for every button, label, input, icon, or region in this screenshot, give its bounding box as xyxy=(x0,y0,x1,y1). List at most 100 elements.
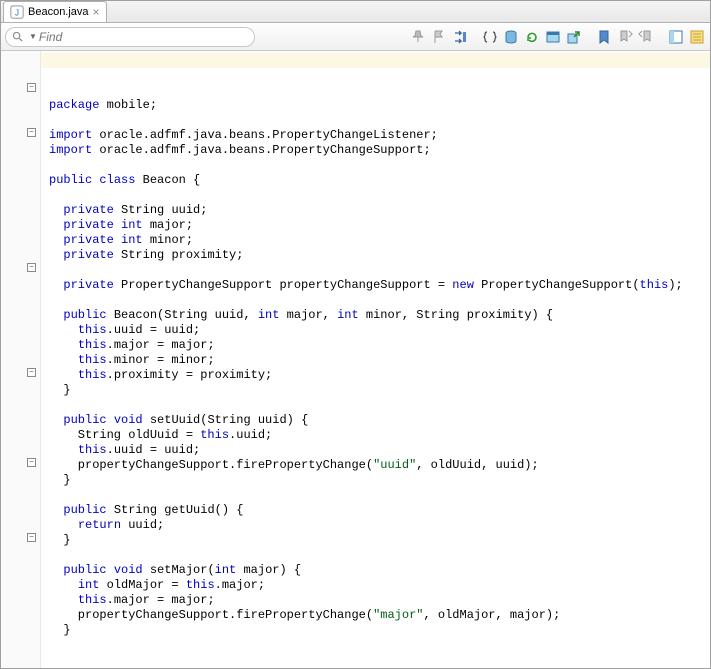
t: major) { xyxy=(236,563,301,577)
list-icon[interactable] xyxy=(688,28,706,46)
kw: private xyxy=(63,278,113,292)
kw: this xyxy=(640,278,669,292)
svg-text:J: J xyxy=(15,9,19,18)
t: setUuid(String uuid) { xyxy=(143,413,309,427)
fold-toggle[interactable]: − xyxy=(27,263,36,272)
t: oracle.adfmf.java.beans.PropertyChangeSu… xyxy=(92,143,430,157)
search-icon xyxy=(12,31,23,42)
kw: this xyxy=(200,428,229,442)
kw: new xyxy=(452,278,474,292)
kw: void xyxy=(114,563,143,577)
kw: this xyxy=(78,338,107,352)
str: "major" xyxy=(373,608,423,622)
kw: public xyxy=(63,308,106,322)
kw: int xyxy=(121,218,143,232)
kw: private xyxy=(63,218,113,232)
kw: int xyxy=(258,308,280,322)
export-icon[interactable] xyxy=(565,28,583,46)
t: String getUuid() { xyxy=(107,503,244,517)
kw: this xyxy=(78,368,107,382)
kw: this xyxy=(78,323,107,337)
t: String proximity; xyxy=(114,248,244,262)
bookmark-prev-icon[interactable] xyxy=(616,28,634,46)
bookmark-icon[interactable] xyxy=(595,28,613,46)
t: Beacon(String uuid, xyxy=(107,308,258,322)
kw: this xyxy=(78,443,107,457)
t: uuid; xyxy=(121,518,164,532)
t: mobile; xyxy=(99,98,157,112)
t: .minor = minor; xyxy=(107,353,215,367)
kw: this xyxy=(78,353,107,367)
t: PropertyChangeSupport( xyxy=(474,278,640,292)
t: minor; xyxy=(143,233,193,247)
toolbar: ▼ xyxy=(1,23,710,51)
panel-icon[interactable] xyxy=(667,28,685,46)
step-icon[interactable] xyxy=(451,28,469,46)
t: Beacon { xyxy=(135,173,200,187)
flag-icon[interactable] xyxy=(430,28,448,46)
kw: import xyxy=(49,128,92,142)
search-box[interactable]: ▼ xyxy=(5,27,255,47)
fold-toggle[interactable]: − xyxy=(27,533,36,542)
t: String uuid; xyxy=(114,203,208,217)
java-file-icon: J xyxy=(10,5,24,19)
kw: void xyxy=(114,413,143,427)
code-editor[interactable]: − − − − − − package mobile; import oracl… xyxy=(1,51,710,668)
str: "uuid" xyxy=(373,458,416,472)
kw: private xyxy=(63,203,113,217)
kw: int xyxy=(215,563,237,577)
toolbar-buttons xyxy=(409,28,706,46)
t: .proximity = proximity; xyxy=(107,368,273,382)
t: .uuid; xyxy=(229,428,272,442)
t: , oldMajor, major); xyxy=(423,608,560,622)
fold-toggle[interactable]: − xyxy=(27,83,36,92)
fold-toggle[interactable]: − xyxy=(27,128,36,137)
t: , oldUuid, uuid); xyxy=(416,458,538,472)
t: minor, String proximity) { xyxy=(359,308,553,322)
t: PropertyChangeSupport propertyChangeSupp… xyxy=(114,278,452,292)
kw: this xyxy=(186,578,215,592)
code-area[interactable]: package mobile; import oracle.adfmf.java… xyxy=(41,51,710,668)
kw: public xyxy=(49,173,92,187)
kw: import xyxy=(49,143,92,157)
db-icon[interactable] xyxy=(502,28,520,46)
t: major, xyxy=(279,308,337,322)
t: } xyxy=(49,473,71,487)
kw: private xyxy=(63,233,113,247)
kw: package xyxy=(49,98,99,112)
t: } xyxy=(49,383,71,397)
t: oracle.adfmf.java.beans.PropertyChangeLi… xyxy=(92,128,438,142)
t: .major; xyxy=(215,578,265,592)
search-input[interactable] xyxy=(37,29,248,45)
file-tab[interactable]: J Beacon.java × xyxy=(3,1,107,22)
t: major; xyxy=(143,218,193,232)
kw: this xyxy=(78,593,107,607)
kw: int xyxy=(78,578,100,592)
fold-toggle[interactable]: − xyxy=(27,458,36,467)
fold-toggle[interactable]: − xyxy=(27,368,36,377)
t: .major = major; xyxy=(107,338,215,352)
kw: public xyxy=(63,503,106,517)
chevron-down-icon[interactable]: ▼ xyxy=(29,32,37,41)
t: oldMajor = xyxy=(99,578,185,592)
t: propertyChangeSupport.firePropertyChange… xyxy=(49,608,373,622)
bookmark-next-icon[interactable] xyxy=(637,28,655,46)
kw: public xyxy=(63,563,106,577)
pin-icon[interactable] xyxy=(409,28,427,46)
braces-icon[interactable] xyxy=(481,28,499,46)
t: String oldUuid = xyxy=(49,428,200,442)
t: ); xyxy=(668,278,682,292)
close-icon[interactable]: × xyxy=(93,6,100,18)
t: .major = major; xyxy=(107,593,215,607)
kw: int xyxy=(121,233,143,247)
tab-label: Beacon.java xyxy=(28,6,89,18)
kw: private xyxy=(63,248,113,262)
t: propertyChangeSupport.firePropertyChange… xyxy=(49,458,373,472)
window-icon[interactable] xyxy=(544,28,562,46)
t: } xyxy=(49,533,71,547)
t: } xyxy=(49,623,71,637)
kw: return xyxy=(78,518,121,532)
refresh-icon[interactable] xyxy=(523,28,541,46)
t: setMajor( xyxy=(143,563,215,577)
t: .uuid = uuid; xyxy=(107,323,201,337)
